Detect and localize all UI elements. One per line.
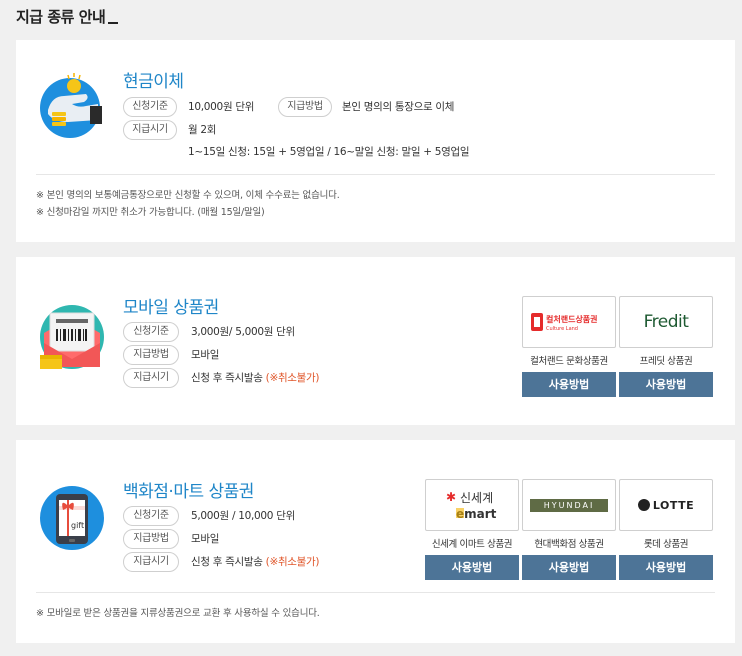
divider — [36, 174, 715, 175]
mobile-voucher-card: 모바일 상품권 신청기준 3,000원/ 5,000원 단위 지급방법 모바일 … — [16, 257, 735, 425]
criteria-value: 10,000원 단위 — [188, 101, 255, 113]
svg-text:신세계: 신세계 — [460, 491, 493, 505]
criteria-value: 5,000원 / 10,000 단위 — [191, 510, 295, 522]
svg-text:✱: ✱ — [446, 490, 456, 504]
method-label: 지급방법 — [123, 529, 179, 549]
criteria-value: 3,000원/ 5,000원 단위 — [191, 326, 295, 338]
method-label: 지급방법 — [278, 97, 332, 117]
dept-voucher-title: 백화점·마트 상품권 — [123, 482, 254, 502]
fredit-usage-button[interactable]: 사용방법 — [619, 372, 713, 397]
hyundai-logo: HYUNDAI — [522, 479, 616, 531]
lotte-name: 롯데 상품권 — [643, 539, 689, 550]
lotte-logo: LOTTE — [619, 479, 713, 531]
gift-phone-illustration-icon: gift — [38, 484, 106, 552]
shinsegae-emart-logo: ✱ 신세계 emart — [425, 479, 519, 531]
criteria-label: 신청기준 — [123, 322, 179, 342]
method-value: 모바일 — [191, 533, 220, 545]
method-value: 본인 명의의 통장으로 이체 — [342, 101, 455, 113]
time-label: 지급시기 — [123, 368, 179, 388]
time-value: 신청 후 즉시발송 (※취소불가) — [191, 556, 320, 568]
method-value: 모바일 — [191, 349, 220, 361]
cultureland-name: 컬처랜드 문화상품권 — [530, 356, 608, 367]
cultureland-usage-button[interactable]: 사용방법 — [522, 372, 616, 397]
fredit-name: 프레딧 상품권 — [639, 356, 693, 367]
time-value: 월 2회 — [188, 124, 217, 136]
cash-transfer-card: 현금이체 신청기준 10,000원 단위 지급방법 본인 명의의 통장으로 이체… — [16, 40, 735, 242]
note-2: ※ 신청마감일 까지만 취소가 가능합니다. (매월 15일/말일) — [36, 207, 265, 218]
note-1: ※ 본인 명의의 보통예금통장으로만 신청할 수 있으며, 이체 수수료는 없습… — [36, 190, 340, 201]
cultureland-logo: 컬처랜드상품권 Culture Land — [522, 296, 616, 348]
mobile-voucher-illustration-icon — [38, 303, 106, 371]
time-detail: 1~15일 신청: 15일 + 5영업일 / 16~말일 신청: 말일 + 5영… — [188, 146, 470, 158]
time-label: 지급시기 — [123, 552, 179, 572]
svg-text:컬처랜드상품권: 컬처랜드상품권 — [546, 314, 598, 324]
shinsegae-emart-name: 신세계 이마트 상품권 — [431, 539, 513, 550]
cash-transfer-illustration-icon — [38, 70, 106, 138]
time-value: 신청 후 즉시발송 (※취소불가) — [191, 372, 320, 384]
shinsegae-emart-usage-button[interactable]: 사용방법 — [425, 555, 519, 580]
svg-text:gift: gift — [71, 521, 84, 530]
criteria-label: 신청기준 — [123, 506, 179, 526]
note-1: ※ 모바일로 받은 상품권을 지류상품권으로 교환 후 사용하실 수 있습니다. — [36, 608, 320, 619]
hyundai-usage-button[interactable]: 사용방법 — [522, 555, 616, 580]
cash-transfer-title: 현금이체 — [123, 72, 184, 92]
method-label: 지급방법 — [123, 345, 179, 365]
svg-text:Culture Land: Culture Land — [546, 326, 578, 332]
page-title: 지급 종류 안내 — [16, 6, 119, 27]
hyundai-name: 현대백화점 상품권 — [534, 539, 604, 550]
criteria-label: 신청기준 — [123, 97, 177, 117]
mobile-voucher-title: 모바일 상품권 — [123, 298, 219, 318]
time-label: 지급시기 — [123, 120, 177, 140]
lotte-usage-button[interactable]: 사용방법 — [619, 555, 713, 580]
divider — [36, 592, 715, 593]
fredit-logo: Fredit — [619, 296, 713, 348]
dept-voucher-card: gift 백화점·마트 상품권 신청기준 5,000원 / 10,000 단위 … — [16, 440, 735, 643]
